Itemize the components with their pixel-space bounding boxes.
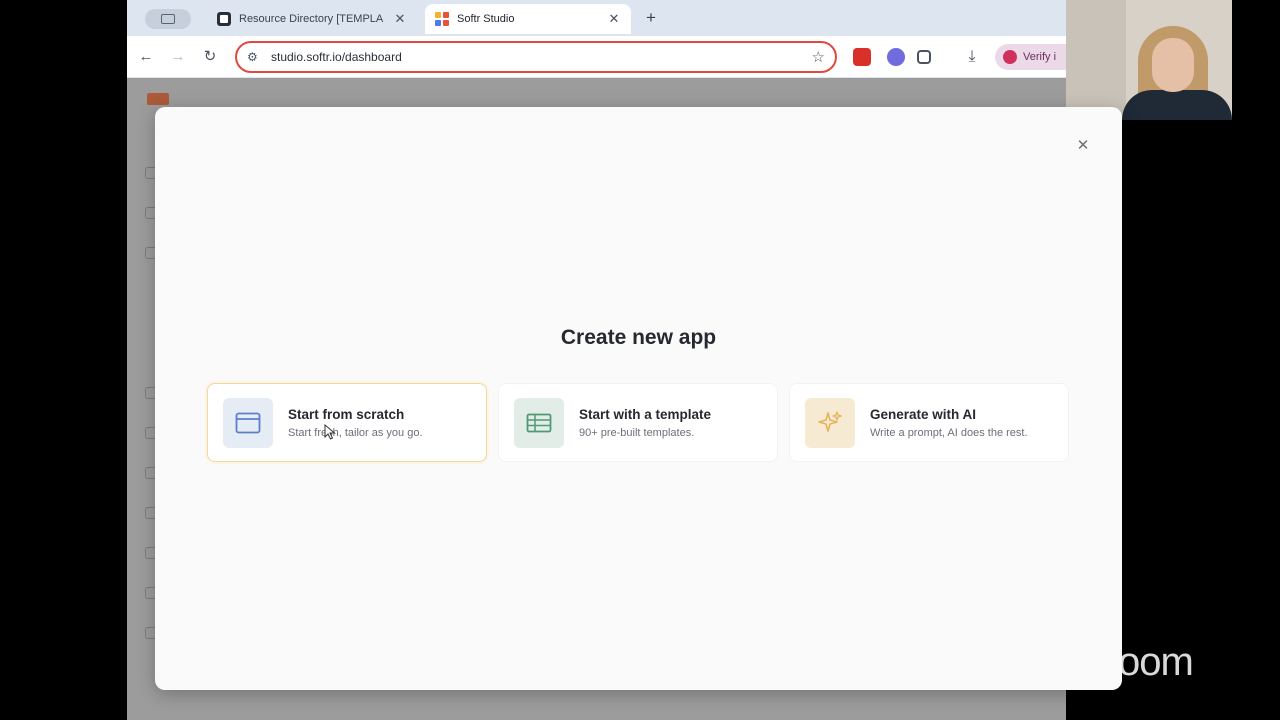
tab-title: Softr Studio <box>457 13 515 25</box>
profile-avatar <box>1003 50 1017 64</box>
close-tab-icon[interactable]: ✕ <box>607 12 621 26</box>
option-subtitle: 90+ pre-built templates. <box>579 426 695 439</box>
create-app-modal: ✕ Create new app Start from scratch Star… <box>155 107 1122 690</box>
modal-title: Create new app <box>560 326 717 349</box>
back-button[interactable]: ← <box>136 47 156 67</box>
browser-toolbar: ← → ↻ ⚙ ☆ ⤓ Verify i <box>127 36 1066 78</box>
softr-icon <box>435 12 449 26</box>
tab-resource-directory[interactable]: Resource Directory [TEMPLA ✕ <box>207 4 417 34</box>
option-title: Start with a template <box>579 406 712 422</box>
mouse-pointer-icon <box>324 424 336 440</box>
generate-with-ai-option[interactable]: Generate with AI Write a prompt, AI does… <box>789 383 1069 462</box>
tab-title: Resource Directory [TEMPLA <box>239 13 384 25</box>
bookmark-star-icon[interactable]: ☆ <box>812 48 825 66</box>
reload-button[interactable]: ↻ <box>200 47 220 67</box>
download-icon[interactable]: ⤓ <box>963 48 981 66</box>
sparkle-icon <box>805 397 855 448</box>
tab-bar: Resource Directory [TEMPLA ✕ Softr Studi… <box>127 0 1066 36</box>
profile-button[interactable]: Verify i <box>995 44 1066 70</box>
url-input[interactable] <box>271 50 812 64</box>
start-from-scratch-option[interactable]: Start from scratch Start fresh, tailor a… <box>207 383 487 462</box>
screen: Resource Directory [TEMPLA ✕ Softr Studi… <box>0 0 1280 720</box>
extension-icon[interactable] <box>887 48 905 66</box>
extension-icon[interactable] <box>853 48 871 66</box>
close-icon[interactable]: ✕ <box>1075 138 1091 154</box>
option-subtitle: Write a prompt, AI does the rest. <box>870 426 1028 439</box>
option-title: Start from scratch <box>288 406 405 422</box>
option-title: Generate with AI <box>870 406 977 422</box>
zoom-watermark: oom <box>1118 640 1194 684</box>
extensions-puzzle-icon[interactable] <box>917 50 931 64</box>
tab-softr-studio[interactable]: Softr Studio ✕ <box>425 4 631 34</box>
softr-logo <box>147 93 169 105</box>
address-bar[interactable]: ⚙ ☆ <box>235 41 837 73</box>
tab-search-icon <box>161 14 175 24</box>
new-tab-button[interactable]: + <box>641 8 661 28</box>
site-settings-icon[interactable]: ⚙ <box>247 50 261 64</box>
tab-search-button[interactable] <box>145 9 191 29</box>
option-subtitle: Start fresh, tailor as you go. <box>288 426 423 439</box>
profile-label: Verify i <box>1023 51 1057 63</box>
close-tab-icon[interactable]: ✕ <box>393 12 407 26</box>
window-icon <box>223 397 273 448</box>
webcam-video <box>1066 0 1232 120</box>
start-with-template-option[interactable]: Start with a template 90+ pre-built temp… <box>498 383 778 462</box>
table-icon <box>514 397 564 448</box>
notion-icon <box>217 12 231 26</box>
forward-button[interactable]: → <box>168 47 188 67</box>
